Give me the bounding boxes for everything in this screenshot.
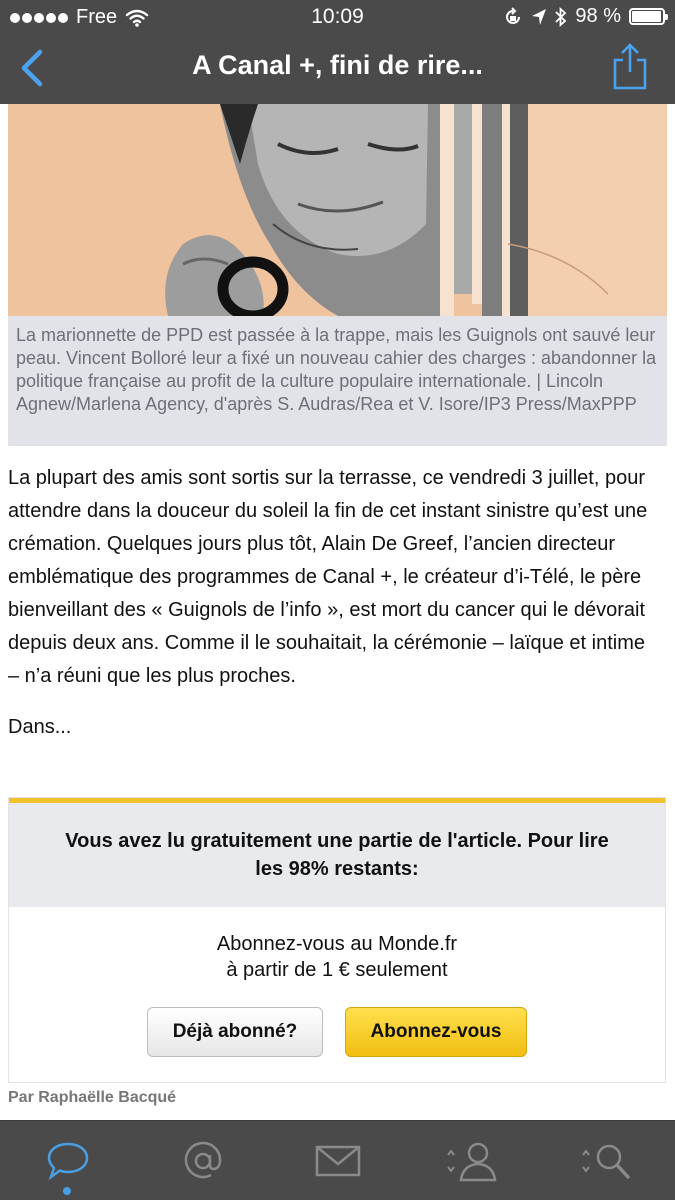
bluetooth-icon	[555, 6, 567, 27]
header: Free 10:09 98 % A Canal +, fini de rire.…	[0, 0, 675, 104]
tab-bar	[0, 1120, 675, 1200]
status-bar: Free 10:09 98 %	[0, 0, 675, 36]
envelope-icon	[315, 1145, 360, 1177]
paywall-box: Vous avez lu gratuitement une partie de …	[8, 797, 666, 1083]
at-sign-icon	[184, 1141, 221, 1179]
back-chevron-icon[interactable]	[14, 46, 54, 90]
illustration	[8, 104, 667, 316]
author-byline: Par Raphaëlle Bacqué	[8, 1089, 177, 1106]
article-paragraph: La plupart des amis sont sortis sur la t…	[8, 467, 648, 687]
article-paragraph: Dans...	[8, 716, 72, 738]
tab-search[interactable]	[540, 1121, 675, 1200]
subscription-offer: Abonnez-vous au Monde.fr à partir de 1 €…	[9, 931, 665, 983]
already-subscribed-button[interactable]: Déjà abonné?	[147, 1007, 323, 1057]
paywall-buttons: Déjà abonné? Abonnez-vous	[9, 1007, 665, 1057]
tab-profile[interactable]	[405, 1121, 540, 1200]
paywall-message: Vous avez lu gratuitement une partie de …	[9, 803, 665, 907]
offer-line: Abonnez-vous au Monde.fr	[216, 933, 458, 955]
search-icon	[581, 1144, 630, 1179]
image-caption: La marionnette de PPD est passée à la tr…	[8, 316, 667, 446]
app-screen: Free 10:09 98 % A Canal +, fini de rire.…	[0, 0, 675, 1200]
page-title: A Canal +, fini de rire...	[192, 50, 483, 80]
article-body: La plupart des amis sont sortis sur la t…	[8, 462, 658, 762]
person-icon	[446, 1142, 496, 1182]
speech-bubble-icon	[47, 1142, 88, 1181]
tab-mentions[interactable]	[135, 1121, 270, 1200]
hero-image	[8, 104, 667, 316]
subscribe-button[interactable]: Abonnez-vous	[345, 1007, 527, 1057]
share-icon[interactable]	[611, 42, 649, 92]
tab-messages[interactable]	[270, 1121, 405, 1200]
battery-percent: 98 %	[575, 5, 621, 27]
offer-line: à partir de 1 € seulement	[226, 959, 448, 981]
location-icon	[532, 8, 547, 25]
rotation-lock-icon	[506, 6, 521, 24]
tab-conversations[interactable]	[0, 1121, 135, 1200]
battery-level	[632, 11, 661, 22]
status-right: 98 %	[495, 5, 668, 28]
active-tab-indicator	[63, 1187, 71, 1195]
battery-icon	[629, 8, 668, 25]
